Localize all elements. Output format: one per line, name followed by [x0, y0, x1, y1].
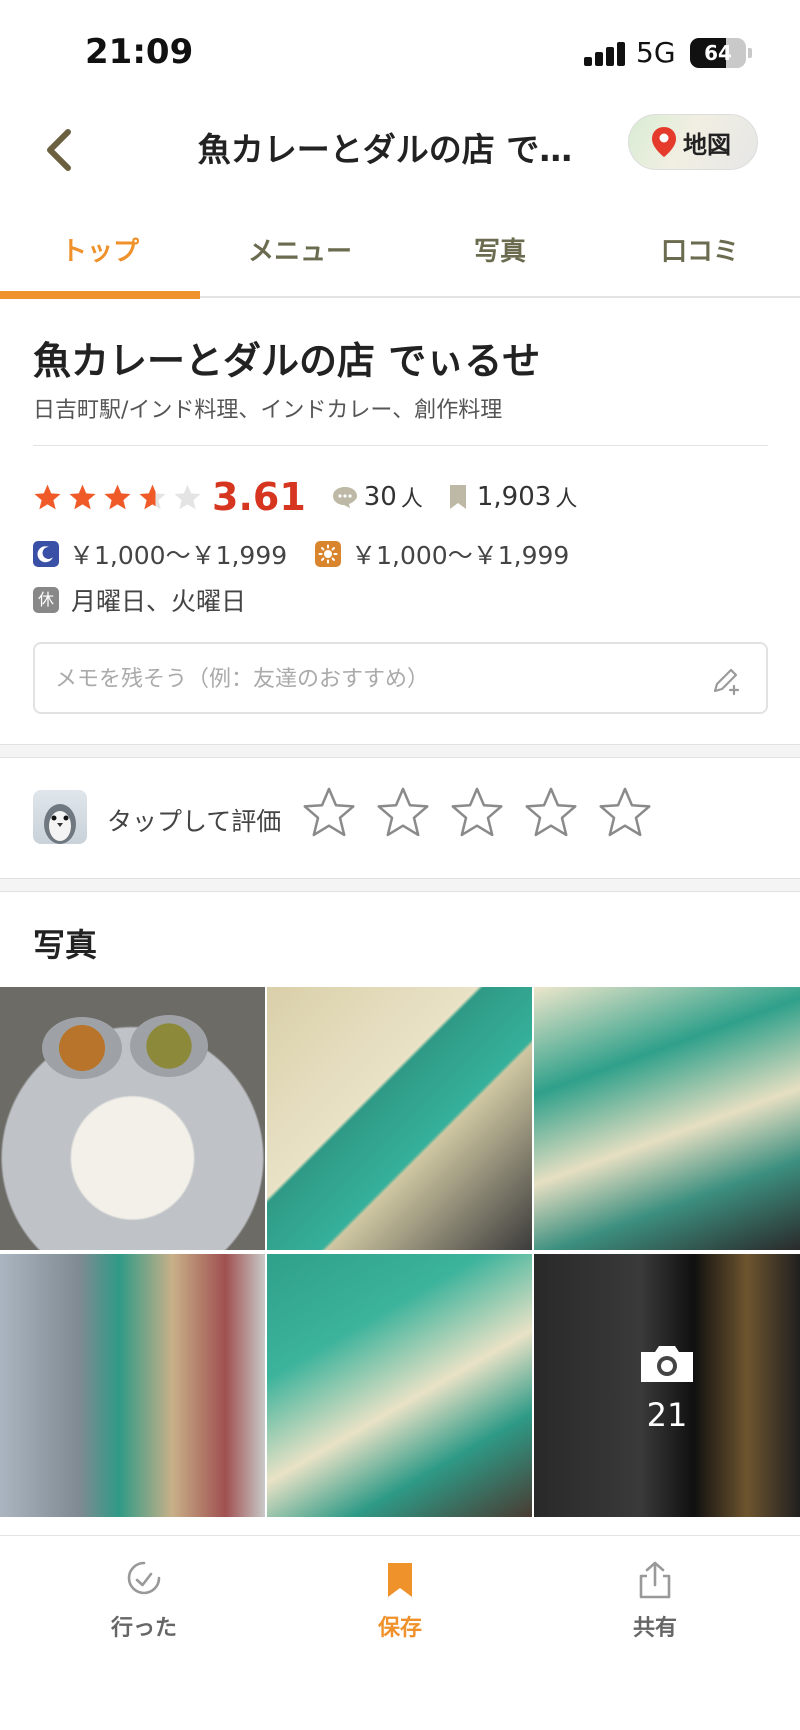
went-button[interactable]: 行った: [74, 1560, 214, 1642]
shop-name: 魚カレーとダルの店 でぃるせ: [33, 339, 541, 383]
photo-curry-plate[interactable]: [0, 987, 265, 1250]
sun-icon: [315, 541, 342, 567]
bookmark-icon: [388, 1563, 412, 1597]
save-button[interactable]: 保存: [330, 1560, 470, 1642]
photo-grid: 21: [0, 987, 800, 1517]
speech-bubble-icon: [332, 487, 357, 508]
divider: [33, 445, 768, 446]
photos-section: 写真 21: [0, 892, 800, 1518]
camera-icon: [641, 1346, 693, 1382]
photo-spiral-stairs[interactable]: [267, 987, 532, 1250]
saves-count-value: 1,903: [476, 482, 552, 512]
saves-count: 1,903 人: [449, 481, 577, 513]
bottom-action-bar: 行った 保存 共有: [0, 1535, 800, 1730]
rating-stars: [33, 483, 202, 511]
tab-top[interactable]: トップ: [0, 228, 200, 299]
saves-count-unit: 人: [555, 487, 578, 512]
tab-photos[interactable]: 写真: [400, 228, 600, 296]
section-separator: [0, 878, 800, 892]
closed-badge: 休: [33, 587, 59, 613]
photo-overlay: [534, 1254, 800, 1517]
rate-star-2-icon[interactable]: [376, 786, 430, 838]
photo-street-view[interactable]: [0, 1254, 265, 1517]
save-label: 保存: [377, 1616, 422, 1641]
share-icon: [639, 1561, 671, 1599]
network-type: 5G: [636, 36, 676, 69]
chevron-left-icon: [47, 129, 71, 171]
more-photos-count: 21: [646, 1396, 688, 1434]
section-separator: [0, 744, 800, 758]
moon-icon: [33, 541, 59, 567]
battery-icon: 64: [690, 38, 746, 68]
status-time: 21:09: [85, 32, 194, 72]
photos-heading: 写真: [33, 926, 98, 964]
share-button[interactable]: 共有: [585, 1560, 725, 1642]
rating-row[interactable]: 3.61 30 人 1,903 人: [33, 472, 577, 522]
rate-stars: [302, 786, 652, 838]
rate-label: タップして評価: [107, 807, 282, 836]
edit-pen-icon[interactable]: [710, 664, 742, 696]
reviews-count: 30 人: [332, 481, 423, 513]
rate-star-1-icon[interactable]: [302, 786, 356, 838]
shop-subtitle: 日吉町駅/インド料理、インドカレー、創作料理: [33, 398, 503, 423]
rate-star-4-icon[interactable]: [524, 786, 578, 838]
page-title: 魚カレーとダルの店 で…: [197, 130, 573, 169]
price-row: ￥1,000～￥1,999 ￥1,000～￥1,999: [33, 536, 569, 572]
check-circle-icon: [127, 1561, 161, 1595]
shop-info: 魚カレーとダルの店 でぃるせ 日吉町駅/インド料理、インドカレー、創作料理 3.…: [0, 300, 800, 750]
memo-input[interactable]: [55, 660, 675, 698]
avatar: [33, 790, 87, 844]
reviews-count-value: 30: [363, 482, 397, 512]
photo-stairs-sign[interactable]: [267, 1254, 532, 1517]
rating-star-icon: [34, 484, 61, 510]
share-label: 共有: [632, 1616, 677, 1641]
photo-entrance[interactable]: [534, 987, 800, 1250]
dinner-price: ￥1,000～￥1,999: [69, 541, 288, 570]
went-label: 行った: [110, 1616, 177, 1641]
rate-star-3-icon[interactable]: [450, 786, 504, 838]
map-pin-icon: [652, 127, 676, 157]
map-button-label: 地図: [683, 130, 731, 159]
status-bar: 21:09 5G 64: [0, 0, 800, 100]
rating-star-icon: [174, 484, 201, 510]
tab-menu[interactable]: メニュー: [200, 228, 400, 296]
rating-score: 3.61: [212, 475, 306, 519]
reviews-count-unit: 人: [400, 487, 423, 512]
rating-star-icon: [139, 484, 166, 510]
lunch-price: ￥1,000～￥1,999: [351, 541, 570, 570]
rate-section: タップして評価: [0, 760, 800, 878]
back-button[interactable]: [36, 120, 84, 180]
closed-days: 月曜日、火曜日: [71, 587, 247, 616]
tab-bar: トップ メニュー 写真 口コミ: [0, 228, 800, 299]
rating-star-icon: [69, 484, 96, 510]
closed-days-row: 休 月曜日、火曜日: [33, 582, 246, 618]
photo-more[interactable]: 21: [534, 1254, 800, 1517]
signal-icon: [584, 40, 626, 66]
rating-star-icon: [104, 484, 131, 510]
rate-star-5-icon[interactable]: [598, 786, 652, 838]
map-button[interactable]: 地図: [628, 114, 758, 170]
battery-tip: [748, 48, 752, 58]
memo-box[interactable]: [33, 642, 768, 714]
bookmark-icon: [449, 485, 466, 509]
battery-percent: 64: [704, 41, 732, 65]
tab-reviews[interactable]: 口コミ: [600, 228, 800, 296]
